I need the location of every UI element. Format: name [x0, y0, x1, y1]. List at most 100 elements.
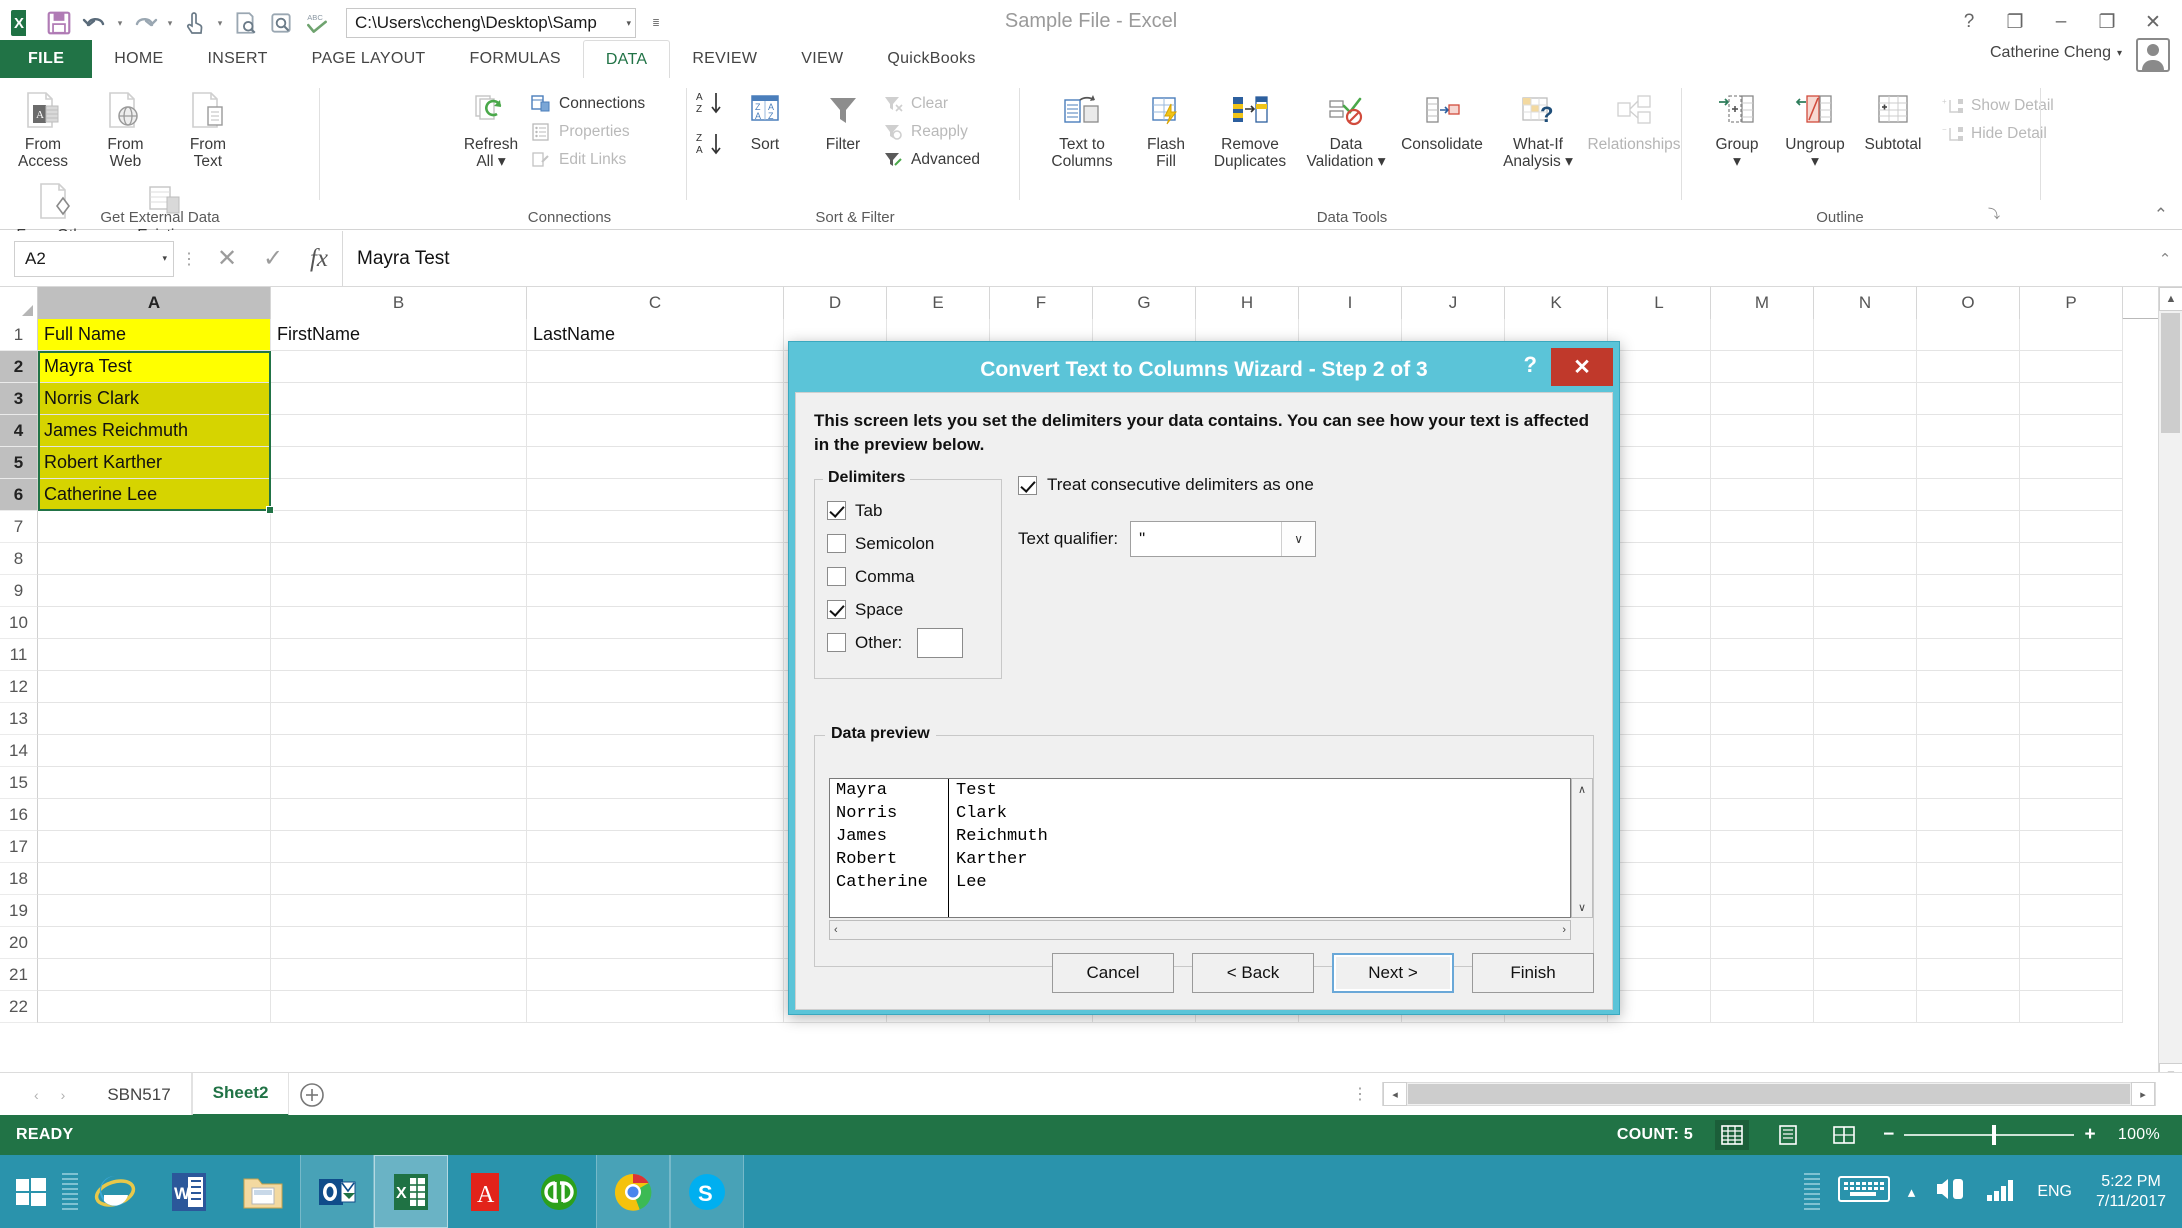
consolidate-button[interactable]: Consolidate: [1394, 80, 1490, 171]
outlook-taskbar-icon[interactable]: [300, 1155, 374, 1228]
reapply-filter-button[interactable]: Reapply: [882, 118, 980, 146]
cell-O14[interactable]: [1917, 735, 2020, 767]
row-header-16[interactable]: 16: [0, 799, 38, 831]
tab-checkbox[interactable]: [827, 501, 846, 521]
cell-L12[interactable]: [1608, 671, 1711, 703]
row-header-18[interactable]: 18: [0, 863, 38, 895]
cell-M9[interactable]: [1711, 575, 1814, 607]
cell-M14[interactable]: [1711, 735, 1814, 767]
cell-O10[interactable]: [1917, 607, 2020, 639]
treat-consecutive-checkbox[interactable]: [1018, 475, 1037, 495]
column-header-B[interactable]: B: [271, 287, 527, 319]
cell-P11[interactable]: [2020, 639, 2123, 671]
cell-N18[interactable]: [1814, 863, 1917, 895]
cell-B6[interactable]: [271, 479, 527, 511]
refresh-all-button[interactable]: Refresh All ▾: [452, 80, 530, 171]
split-grip-icon[interactable]: ⋮: [1352, 1084, 1382, 1104]
tab-insert[interactable]: INSERT: [185, 40, 289, 78]
preview-horizontal-scrollbar[interactable]: ‹ ›: [829, 920, 1571, 940]
subtotal-button[interactable]: Subtotal: [1854, 80, 1932, 171]
zoom-track[interactable]: [1904, 1125, 2075, 1145]
column-header-G[interactable]: G: [1093, 287, 1196, 319]
save-icon[interactable]: [42, 6, 76, 40]
text-to-columns-button[interactable]: Text to Columns: [1034, 80, 1130, 171]
show-detail-button[interactable]: + Show Detail: [1942, 92, 2054, 120]
remove-duplicates-button[interactable]: Remove Duplicates: [1202, 80, 1298, 171]
insert-function-icon[interactable]: fx: [296, 239, 342, 279]
cell-A21[interactable]: [38, 959, 271, 991]
cell-M22[interactable]: [1711, 991, 1814, 1023]
name-box-caret-icon[interactable]: ▾: [162, 253, 167, 264]
select-all-button[interactable]: [0, 287, 38, 319]
preview-scroll-right-icon[interactable]: ›: [1562, 924, 1566, 936]
sort-descending-icon[interactable]: ZA: [696, 131, 726, 162]
cell-A20[interactable]: [38, 927, 271, 959]
cell-P21[interactable]: [2020, 959, 2123, 991]
file-explorer-taskbar-icon[interactable]: [226, 1155, 300, 1228]
touch-mode-dropdown-caret[interactable]: ▾: [214, 6, 226, 40]
other-checkbox-row[interactable]: Other:: [827, 626, 991, 659]
cell-L5[interactable]: [1608, 447, 1711, 479]
cell-P10[interactable]: [2020, 607, 2123, 639]
avatar[interactable]: [2136, 38, 2170, 72]
cell-M2[interactable]: [1711, 351, 1814, 383]
cell-L7[interactable]: [1608, 511, 1711, 543]
cell-B2[interactable]: [271, 351, 527, 383]
cell-A12[interactable]: [38, 671, 271, 703]
row-header-4[interactable]: 4: [0, 415, 38, 447]
cell-O5[interactable]: [1917, 447, 2020, 479]
restore-button[interactable]: ❐: [2084, 4, 2130, 40]
row-header-22[interactable]: 22: [0, 991, 38, 1023]
cell-N8[interactable]: [1814, 543, 1917, 575]
row-header-10[interactable]: 10: [0, 607, 38, 639]
cell-B1[interactable]: FirstName: [271, 319, 527, 351]
cell-C11[interactable]: [527, 639, 784, 671]
cell-C12[interactable]: [527, 671, 784, 703]
cell-A7[interactable]: [38, 511, 271, 543]
data-validation-button[interactable]: Data Validation ▾: [1298, 80, 1394, 171]
cell-A10[interactable]: [38, 607, 271, 639]
cell-B7[interactable]: [271, 511, 527, 543]
cell-L2[interactable]: [1608, 351, 1711, 383]
cell-N9[interactable]: [1814, 575, 1917, 607]
cell-O4[interactable]: [1917, 415, 2020, 447]
cell-C3[interactable]: [527, 383, 784, 415]
cell-L1[interactable]: [1608, 319, 1711, 351]
outline-dialog-launcher[interactable]: ⤵: [1988, 205, 2000, 222]
cell-C10[interactable]: [527, 607, 784, 639]
cell-L10[interactable]: [1608, 607, 1711, 639]
column-header-I[interactable]: I: [1299, 287, 1402, 319]
cell-A14[interactable]: [38, 735, 271, 767]
semicolon-checkbox-row[interactable]: Semicolon: [827, 527, 991, 560]
column-header-O[interactable]: O: [1917, 287, 2020, 319]
adobe-reader-taskbar-icon[interactable]: A: [448, 1155, 522, 1228]
back-button[interactable]: < Back: [1192, 953, 1314, 993]
cell-O12[interactable]: [1917, 671, 2020, 703]
finish-button[interactable]: Finish: [1472, 953, 1594, 993]
cell-M21[interactable]: [1711, 959, 1814, 991]
group-button[interactable]: Group ▾: [1698, 80, 1776, 171]
preview-scroll-left-icon[interactable]: ‹: [834, 924, 838, 936]
cell-B21[interactable]: [271, 959, 527, 991]
cell-B4[interactable]: [271, 415, 527, 447]
cell-P9[interactable]: [2020, 575, 2123, 607]
from-web-button[interactable]: From Web: [86, 80, 164, 171]
cell-P5[interactable]: [2020, 447, 2123, 479]
cell-O19[interactable]: [1917, 895, 2020, 927]
cell-B5[interactable]: [271, 447, 527, 479]
row-header-5[interactable]: 5: [0, 447, 38, 479]
cell-O3[interactable]: [1917, 383, 2020, 415]
cell-P17[interactable]: [2020, 831, 2123, 863]
horizontal-scroll-thumb[interactable]: [1408, 1084, 2130, 1104]
cell-P14[interactable]: [2020, 735, 2123, 767]
cell-M1[interactable]: [1711, 319, 1814, 351]
cell-B10[interactable]: [271, 607, 527, 639]
comma-checkbox-row[interactable]: Comma: [827, 560, 991, 593]
name-box[interactable]: A2 ▾: [14, 240, 174, 277]
cell-B3[interactable]: [271, 383, 527, 415]
cell-A22[interactable]: [38, 991, 271, 1023]
cell-C20[interactable]: [527, 927, 784, 959]
cell-M4[interactable]: [1711, 415, 1814, 447]
cell-N4[interactable]: [1814, 415, 1917, 447]
cell-N1[interactable]: [1814, 319, 1917, 351]
